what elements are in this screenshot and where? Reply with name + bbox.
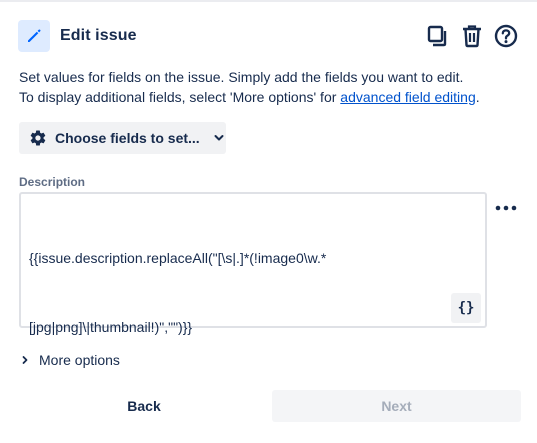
- duplicate-button[interactable]: [425, 22, 451, 50]
- pencil-icon: [28, 29, 41, 42]
- top-divider: [0, 0, 537, 2]
- field-more-actions-button[interactable]: [493, 198, 519, 218]
- help-button[interactable]: [493, 22, 519, 50]
- edit-issue-icon-box: [18, 20, 50, 52]
- page-title: Edit issue: [60, 27, 137, 44]
- choose-fields-label: Choose fields to set...: [55, 130, 200, 146]
- choose-fields-button[interactable]: Choose fields to set...: [19, 122, 226, 154]
- more-icon: [495, 205, 517, 211]
- intro-line-2-suffix: .: [475, 89, 480, 105]
- chevron-down-icon: [214, 135, 224, 141]
- copy-icon: [427, 25, 447, 47]
- back-button[interactable]: Back: [19, 390, 269, 422]
- more-options-label: More options: [39, 352, 120, 368]
- description-label: Description: [19, 175, 86, 189]
- header-actions: [425, 22, 519, 50]
- edit-issue-panel: Edit issue Set values for fields on the …: [0, 0, 537, 443]
- intro-line-1: Set values for fields on the issue. Simp…: [19, 69, 464, 85]
- advanced-field-editing-link[interactable]: advanced field editing: [340, 89, 475, 105]
- intro-line-2-prefix: To display additional fields, select 'Mo…: [19, 89, 341, 105]
- next-button[interactable]: Next: [272, 390, 521, 422]
- more-options-toggle[interactable]: More options: [19, 350, 120, 370]
- gear-icon: [30, 130, 46, 146]
- description-value-line-2: [jpg|png]\|thumbnail!)","")}}: [29, 319, 193, 335]
- smart-value-button[interactable]: {}: [451, 293, 481, 323]
- intro-text: Set values for fields on the issue. Simp…: [19, 67, 519, 107]
- help-icon: [494, 24, 518, 48]
- description-textarea[interactable]: {{issue.description.replaceAll("[\s|.]*(…: [19, 192, 487, 335]
- trash-icon: [463, 25, 481, 48]
- chevron-right-icon: [22, 356, 28, 364]
- description-value-line-1: {{issue.description.replaceAll("[\s|.]*(…: [29, 250, 327, 266]
- delete-button[interactable]: [459, 22, 485, 50]
